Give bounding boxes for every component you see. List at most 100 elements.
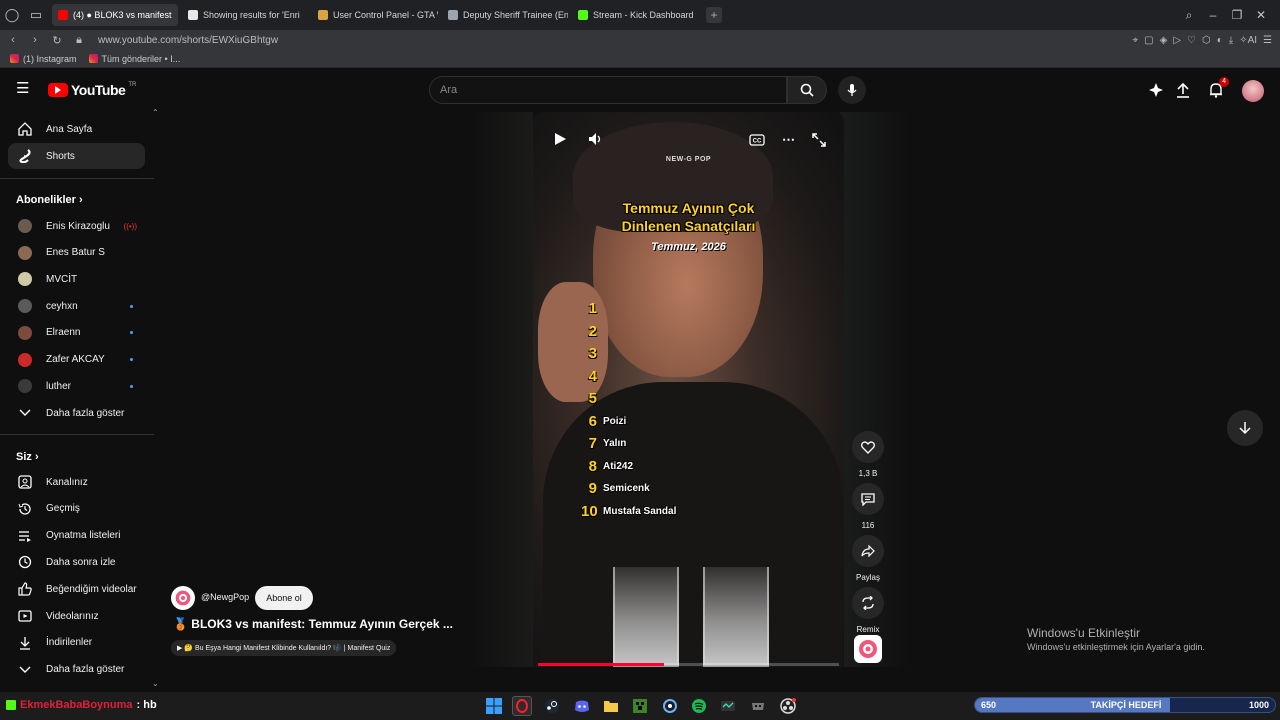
pin-icon[interactable]: ⌖ — [1133, 35, 1139, 46]
subscribe-button[interactable]: Abone ol — [255, 586, 313, 610]
channel-avatar-icon — [18, 299, 32, 314]
guide-menu-button[interactable]: ☰ — [16, 81, 32, 97]
short-video-player[interactable]: CC ⋯ NEW-G POP Temmuz Ayının Çok Dinlene… — [533, 112, 844, 667]
stream-deck-icon[interactable] — [718, 696, 738, 716]
sidebar-scroll-down-icon[interactable]: ⌄ — [152, 679, 159, 688]
minimize-button[interactable]: – — [1204, 8, 1222, 23]
comments-button[interactable] — [852, 483, 884, 515]
show-more-subscriptions[interactable]: Daha fazla göster — [8, 400, 145, 426]
launcher-icon[interactable] — [660, 696, 680, 716]
sidebar-subscription[interactable]: ceyhxn — [8, 293, 145, 319]
sidebar-item-label: Oynatma listeleri — [46, 530, 121, 542]
extensions-icon[interactable]: ⬡ — [1202, 35, 1211, 46]
sidebar-subscription[interactable]: luther — [8, 373, 145, 399]
browser-tab[interactable]: Deputy Sheriff Trainee (En — [442, 4, 568, 26]
heart-icon[interactable]: ♡ — [1187, 35, 1196, 46]
ranking-number: 2 — [588, 322, 597, 340]
aria-ai-icon[interactable]: ✧AI — [1239, 35, 1257, 46]
fullscreen-icon[interactable] — [812, 133, 826, 147]
notifications-button[interactable]: 4 — [1206, 77, 1229, 100]
sidebar-item-home[interactable]: Ana Sayfa — [8, 116, 145, 142]
snapshot-icon[interactable]: ▢ — [1144, 35, 1153, 46]
video-progress-bar[interactable] — [538, 663, 839, 666]
sidebar-subscription[interactable]: Enis Kirazoglu ((•)) — [8, 213, 145, 239]
browser-tab[interactable]: Stream - Kick Dashboard — [572, 4, 698, 26]
play-icon[interactable] — [553, 132, 567, 146]
restore-button[interactable]: ❐ — [1228, 8, 1246, 23]
bookmark-instagram-posts[interactable]: Tüm gönderiler • I... — [88, 54, 180, 64]
sidebar-item-watch-later[interactable]: Daha sonra izle — [8, 549, 145, 575]
discord-icon[interactable] — [572, 696, 592, 716]
sound-thumbnail[interactable] — [854, 635, 882, 663]
ranking-row: 7 Yalın — [581, 435, 627, 452]
obs-icon[interactable] — [778, 696, 798, 716]
forward-button[interactable]: › — [26, 34, 44, 46]
sidebar-item-playlists[interactable]: Oynatma listeleri — [8, 523, 145, 549]
bookmark-instagram[interactable]: (1) Instagram — [10, 54, 77, 64]
sidebar-subscription[interactable]: Enes Batur S — [8, 240, 145, 266]
sidebar-item-label: Kanalınız — [46, 476, 88, 488]
search-button[interactable] — [787, 76, 827, 104]
account-avatar[interactable] — [1242, 80, 1264, 102]
minecraft-icon[interactable] — [630, 696, 650, 716]
like-button[interactable] — [852, 431, 884, 463]
ranking-artist: Poizi — [603, 415, 627, 427]
sidebar-item-downloads[interactable]: İndirilenler — [8, 630, 145, 656]
volume-icon[interactable] — [588, 132, 604, 146]
show-more-you[interactable]: Daha fazla göster — [8, 657, 145, 683]
voice-search-button[interactable] — [838, 76, 866, 104]
sidebar-item-your-channel[interactable]: Kanalınız — [8, 469, 145, 495]
remix-button[interactable] — [852, 587, 884, 619]
tab-island-icon[interactable]: ▭ — [24, 3, 48, 27]
related-video-chip[interactable]: ▶ 🤔 Bu Eşya Hangi Manifest Klibinde Kull… — [171, 640, 397, 656]
sidebar-item-history[interactable]: Geçmiş — [8, 496, 145, 522]
downloads-icon[interactable]: ⤓ — [1229, 35, 1233, 46]
share-button[interactable] — [852, 535, 884, 567]
easy-setup-icon[interactable]: ☰ — [1263, 35, 1272, 46]
youtube-logo[interactable]: YouTube TR — [48, 82, 136, 98]
sidebar-scroll-up-icon[interactable]: ⌃ — [152, 108, 159, 117]
newgpop-logo-icon — [175, 590, 191, 606]
channel-avatar[interactable] — [171, 586, 195, 610]
profile-icon[interactable]: ◐ — [1217, 35, 1223, 46]
search-input[interactable]: Ara — [429, 76, 787, 104]
sidebar-item-shorts[interactable]: Shorts — [8, 143, 145, 169]
ranking-row: 3 — [581, 345, 603, 362]
sidebar-item-label: Daha fazla göster — [46, 664, 125, 676]
browser-tab[interactable]: (4) ● BLOK3 vs manifest — [52, 4, 178, 26]
short-title[interactable]: 🥉 BLOK3 vs manifest: Temmuz Ayının Gerçe… — [173, 617, 453, 631]
video-progress-fill — [538, 663, 665, 666]
captions-icon[interactable]: CC — [749, 134, 765, 146]
sidebar-item-your-videos[interactable]: Videolarınız — [8, 603, 145, 629]
vpn-icon[interactable]: ◈ — [1160, 35, 1168, 46]
ranking-row: 2 — [581, 323, 603, 340]
sidebar-item-liked-videos[interactable]: Beğendiğim videolar — [8, 576, 145, 602]
spotify-icon[interactable] — [689, 696, 709, 716]
browser-tab[interactable]: Showing results for 'Enri — [182, 4, 308, 26]
steam-icon[interactable] — [542, 696, 562, 716]
game-app-icon[interactable] — [748, 696, 768, 716]
follower-goal-bar: 650 TAKİPÇİ HEDEFİ 1000 — [974, 697, 1276, 713]
back-button[interactable]: ‹ — [4, 34, 22, 46]
close-button[interactable]: ✕ — [1252, 8, 1270, 23]
create-shorts-button[interactable] — [1146, 80, 1166, 100]
you-heading[interactable]: Siz › — [16, 451, 39, 463]
subscriptions-heading[interactable]: Abonelikler › — [16, 194, 83, 206]
reload-button[interactable]: ↻ — [48, 34, 66, 47]
opera-menu-icon[interactable]: ◯ — [0, 3, 24, 27]
new-tab-button[interactable]: + — [706, 7, 722, 23]
upload-button[interactable] — [1173, 80, 1193, 100]
sidebar-subscription[interactable]: Zafer AKCAY — [8, 347, 145, 373]
file-explorer-icon[interactable] — [601, 696, 621, 716]
opera-taskbar-icon[interactable] — [512, 696, 532, 716]
url-field[interactable]: www.youtube.com/shorts/EWXiuGBhtgw — [98, 35, 278, 46]
browser-tab[interactable]: User Control Panel - GTA W — [312, 4, 438, 26]
sidebar-subscription[interactable]: MVCİT — [8, 266, 145, 292]
sidebar-subscription[interactable]: Elraenn — [8, 320, 145, 346]
windows-start-icon[interactable] — [484, 696, 504, 716]
next-short-button[interactable] — [1227, 410, 1263, 446]
more-options-icon[interactable]: ⋯ — [782, 132, 795, 148]
player-icon[interactable]: ▷ — [1173, 35, 1181, 46]
search-tabs-icon[interactable]: ⌕ — [1180, 8, 1198, 23]
channel-name[interactable]: @NewgPop — [201, 592, 249, 602]
